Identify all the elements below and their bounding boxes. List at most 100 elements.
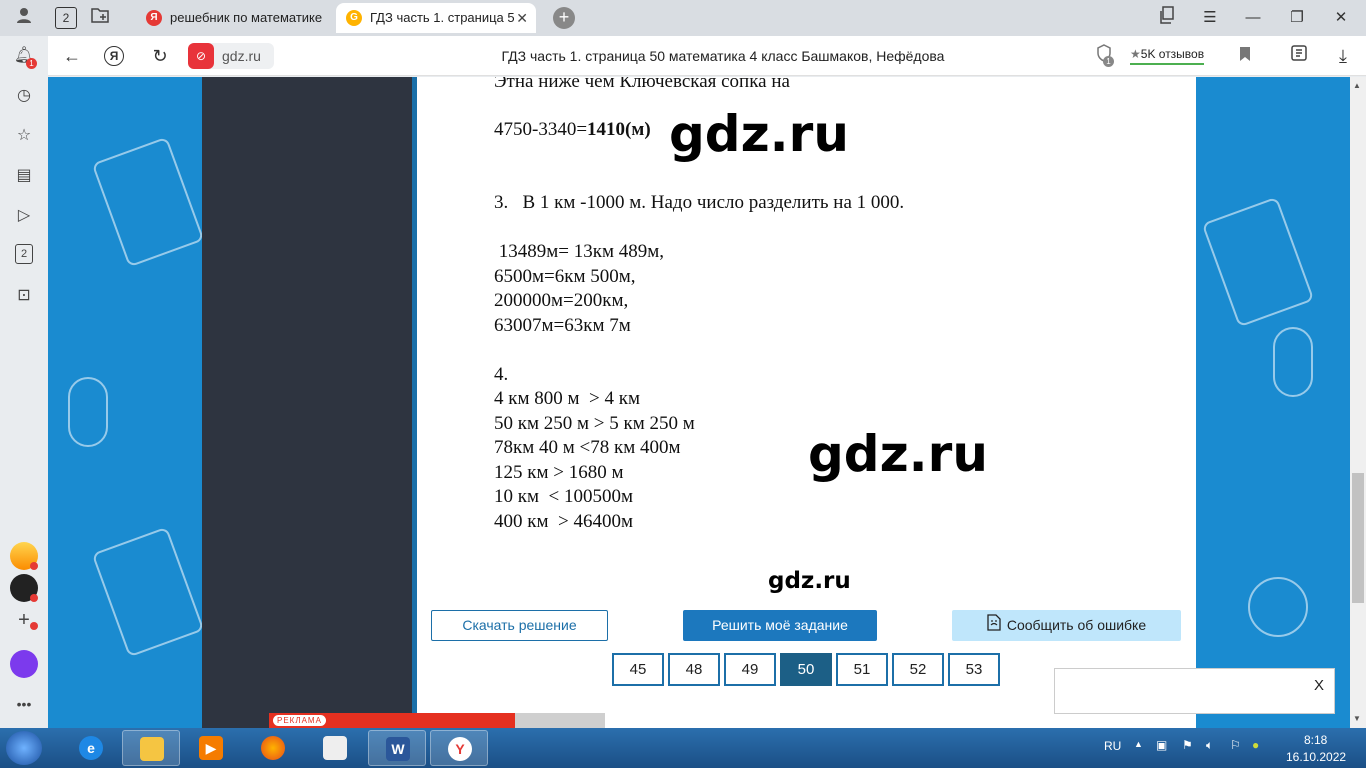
reload-icon[interactable]: ↻ xyxy=(148,44,172,68)
gdz-watermark: gdz.ru xyxy=(808,425,988,483)
taskbar-media[interactable]: ▶ xyxy=(182,730,240,766)
tab-title: решебник по математике xyxy=(170,10,323,25)
task-4-row: 78км 40 м <78 км 400м xyxy=(494,437,681,458)
scroll-thumb[interactable] xyxy=(1352,473,1364,603)
protection-count: 1 xyxy=(1103,56,1114,67)
taskbar-ie[interactable]: e xyxy=(62,730,120,766)
page-link[interactable]: 53 xyxy=(948,653,1000,686)
task-4-row: 10 км < 100500м xyxy=(494,486,633,507)
download-solution-button[interactable]: Скачать решение xyxy=(431,610,608,641)
taskbar-explorer[interactable] xyxy=(122,730,180,766)
notepad-icon xyxy=(323,736,347,760)
page-title: ГДЗ часть 1. страница 50 математика 4 кл… xyxy=(501,48,945,64)
voice-assistant-icon[interactable] xyxy=(10,650,38,678)
close-icon[interactable]: ✕ xyxy=(516,3,528,33)
action-center-icon[interactable]: ⚑ xyxy=(1182,738,1193,752)
taskbar-word[interactable]: W xyxy=(368,730,426,766)
start-button[interactable] xyxy=(6,731,42,765)
task-4-row: 50 км 250 м > 5 км 250 м xyxy=(494,413,695,434)
page-link[interactable]: 45 xyxy=(612,653,664,686)
close-window-icon[interactable]: ✕ xyxy=(1329,6,1353,30)
close-icon[interactable]: X xyxy=(1314,677,1324,694)
gdz-favicon-icon: G xyxy=(346,10,362,26)
browser-sidebar: 🔔︎ 1 ◷ ☆ ▤ ▷ 2 ⊡ + ••• xyxy=(0,36,48,728)
new-group-icon[interactable] xyxy=(88,6,112,30)
alice-app-icon[interactable] xyxy=(10,574,38,602)
task-3-row: 6500м=6км 500м, xyxy=(494,266,636,287)
ad-label: РЕКЛАМА xyxy=(273,715,326,726)
tab-title: ГДЗ часть 1. страница 5 xyxy=(370,10,515,25)
minimize-icon[interactable]: — xyxy=(1241,6,1265,30)
collections-icon[interactable] xyxy=(1155,6,1179,30)
more-icon[interactable]: ••• xyxy=(12,692,36,716)
solve-my-task-button[interactable]: Решить моё задание xyxy=(683,610,877,641)
bookmark-icon[interactable] xyxy=(1233,44,1257,68)
clock-date[interactable]: 16.10.2022 xyxy=(1286,750,1346,764)
show-hidden-icon[interactable]: ▲ xyxy=(1134,739,1143,749)
page-link-current[interactable]: 50 xyxy=(780,653,832,686)
expression-result: 1410(м) xyxy=(587,119,651,140)
page-link[interactable]: 49 xyxy=(724,653,776,686)
ad-image[interactable] xyxy=(515,713,605,728)
report-error-button[interactable]: Сообщить об ошибке xyxy=(952,610,1181,641)
back-icon[interactable]: ← xyxy=(60,44,84,68)
language-indicator[interactable]: RU xyxy=(1104,739,1121,753)
yandex-home-icon[interactable]: Я xyxy=(104,46,124,66)
task-3-row: 200000м=200км, xyxy=(494,290,629,311)
flag-icon[interactable]: ⚐ xyxy=(1230,738,1241,752)
crayons-doodle xyxy=(91,136,205,268)
gdz-caption: gdz.ru xyxy=(768,568,851,594)
page-link[interactable]: 48 xyxy=(668,653,720,686)
app-tray-icon[interactable]: ● xyxy=(1252,738,1259,752)
task-3-row: 13489м= 13км 489м, xyxy=(494,241,665,262)
volume-icon[interactable]: 🔈︎ xyxy=(1206,738,1213,753)
play-icon[interactable]: ▷ xyxy=(12,204,36,228)
page-link[interactable]: 52 xyxy=(892,653,944,686)
favorites-star-icon[interactable]: ☆ xyxy=(12,124,36,148)
page-link[interactable]: 51 xyxy=(836,653,888,686)
task-4-row: 4 км 800 м > 4 км xyxy=(494,388,640,409)
reviews-label: 5K отзывов xyxy=(1140,47,1205,61)
media-icon: ▶ xyxy=(199,736,223,760)
restore-icon[interactable]: ❐ xyxy=(1285,6,1309,30)
clock-time[interactable]: 8:18 xyxy=(1304,733,1327,747)
crayons-doodle-3 xyxy=(1201,196,1315,328)
tab-counter-icon[interactable]: 2 xyxy=(55,7,77,29)
protect-icon[interactable]: ⊘ xyxy=(188,43,214,69)
counter-value: 2 xyxy=(20,248,28,260)
profile-icon[interactable] xyxy=(12,6,36,30)
mail-app-icon[interactable] xyxy=(10,542,38,570)
download-icon[interactable]: ⤓ xyxy=(1331,44,1355,68)
bell-icon[interactable]: 🔔︎ 1 xyxy=(12,44,37,69)
taskbar-firefox[interactable] xyxy=(244,730,302,766)
reading-mode-icon[interactable] xyxy=(1287,44,1311,68)
navigation-bar: ← Я ↻ ⊘ gdz.ru ГДЗ часть 1. страница 50 … xyxy=(0,36,1366,76)
taskbar-notepad[interactable] xyxy=(306,730,364,766)
counter-icon[interactable]: 2 xyxy=(15,244,33,264)
protection-status-icon[interactable]: 1 xyxy=(1092,44,1116,68)
scrollbar[interactable]: ▲ ▼ xyxy=(1350,77,1366,728)
menu-icon[interactable]: ☰ xyxy=(1198,6,1222,30)
ie-icon: e xyxy=(79,736,103,760)
tab-bar: 2 Я решебник по математике G ГДЗ часть 1… xyxy=(0,0,1366,36)
page-content: Этна ниже чем Ключевская сопка на 4750-3… xyxy=(48,77,1350,728)
add-app-icon[interactable]: + xyxy=(12,608,38,632)
taskbar-yandex[interactable]: Y xyxy=(430,730,488,766)
tab-counter-value: 2 xyxy=(62,11,70,25)
word-icon: W xyxy=(386,737,410,761)
tab-yandex-search[interactable]: Я решебник по математике xyxy=(136,3,334,33)
scroll-up-icon[interactable]: ▲ xyxy=(1353,81,1361,90)
address-bar[interactable]: ⊘ gdz.ru xyxy=(188,43,274,69)
reviews-link[interactable]: ★5K отзывов xyxy=(1130,46,1205,65)
task-3-heading: 3. В 1 км -1000 м. Надо число разделить … xyxy=(494,192,905,213)
network-icon[interactable]: ▣ xyxy=(1156,738,1167,752)
tab-gdz[interactable]: G ГДЗ часть 1. страница 5 ✕ xyxy=(336,3,536,33)
left-dark-panel xyxy=(202,77,412,728)
screenshot-icon[interactable]: ⊡ xyxy=(12,284,36,308)
scroll-down-icon[interactable]: ▼ xyxy=(1353,714,1361,723)
new-tab-button[interactable]: + xyxy=(553,7,575,29)
address-host: gdz.ru xyxy=(222,48,261,64)
history-icon[interactable]: ◷ xyxy=(12,84,36,108)
notes-icon[interactable]: ▤ xyxy=(12,164,36,188)
gdz-watermark: gdz.ru xyxy=(669,105,849,163)
